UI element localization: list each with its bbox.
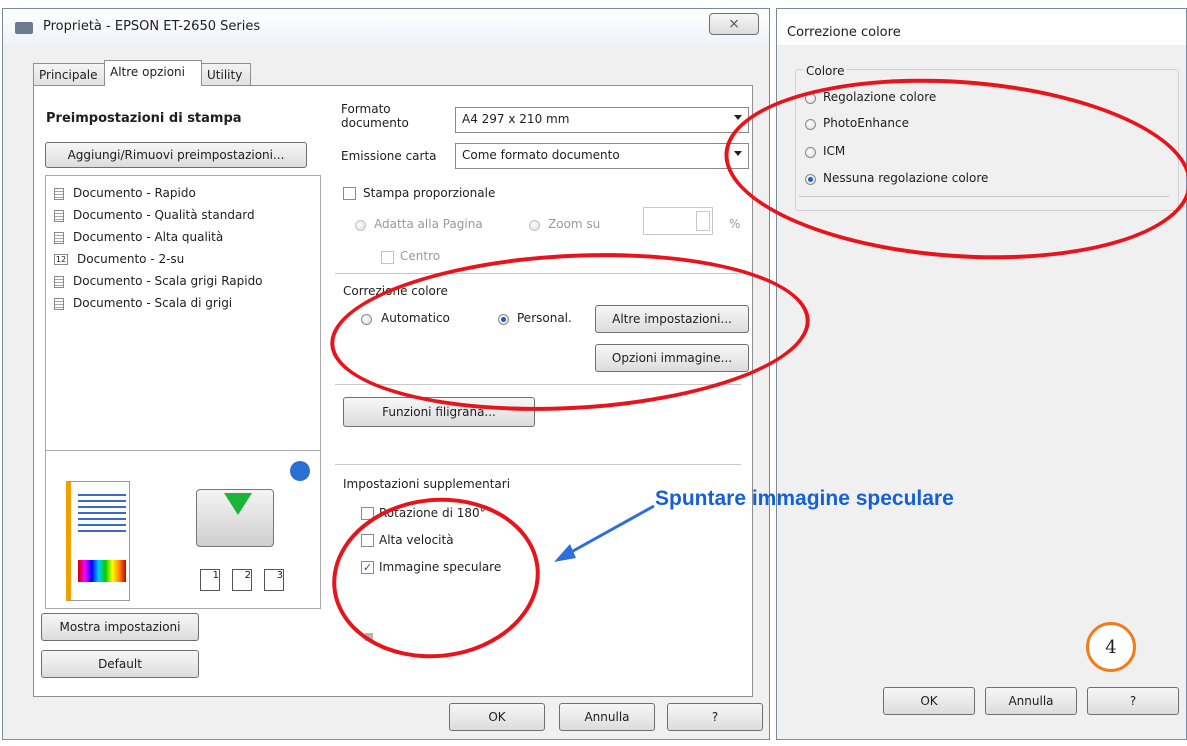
presets-heading: Preimpostazioni di stampa (46, 111, 242, 126)
two-up-icon: 12 (54, 254, 68, 265)
fit-page-label: Adatta alla Pagina (374, 217, 483, 231)
printer-icon (15, 22, 33, 34)
list-item[interactable]: Documento - Scala grigi Rapido (54, 274, 263, 288)
document-icon (54, 297, 64, 310)
annotation-arrow (554, 504, 655, 562)
zoom-radio[interactable] (529, 220, 540, 231)
close-icon: ⨯ (728, 16, 740, 32)
show-settings-button[interactable]: Mostra impostazioni (41, 613, 199, 641)
step-number-badge: 4 (1086, 622, 1136, 672)
stepper-buttons[interactable] (696, 211, 710, 231)
help-button[interactable]: ? (1087, 687, 1179, 715)
help-button[interactable]: ? (667, 703, 763, 731)
paper-output-select[interactable]: Come formato documento (455, 143, 749, 169)
add-remove-presets-button[interactable]: Aggiungi/Rimuovi preimpostazioni... (45, 142, 307, 168)
proportional-print-checkbox[interactable] (343, 187, 356, 200)
print-preview: 1 2 3 (45, 451, 321, 609)
page-preview (66, 481, 130, 601)
default-button[interactable]: Default (41, 650, 199, 678)
zoom-stepper[interactable] (643, 207, 713, 235)
list-item[interactable]: Documento - Qualità standard (54, 208, 255, 222)
paper-output-label: Emissione carta (341, 149, 437, 163)
center-label: Centro (400, 249, 441, 263)
extra-settings-heading: Impostazioni supplementari (343, 477, 511, 491)
cancel-button[interactable]: Annulla (559, 703, 655, 731)
paper-format-select[interactable]: A4 297 x 210 mm (455, 107, 749, 133)
tab-principale[interactable]: Principale (33, 63, 105, 85)
window-title: Correzione colore (787, 25, 901, 40)
proportional-print-label: Stampa proporzionale (363, 186, 496, 200)
center-checkbox[interactable] (381, 251, 394, 264)
color-bar (78, 560, 126, 582)
title-bar[interactable]: Correzione colore (777, 9, 1186, 45)
document-icon (54, 231, 64, 244)
color-group-label: Colore (803, 64, 848, 78)
fit-page-radio[interactable] (355, 220, 366, 231)
document-icon (54, 275, 64, 288)
separator (335, 464, 741, 465)
list-item[interactable]: Documento - Rapido (54, 186, 196, 200)
direction-icon (290, 461, 310, 481)
paper-format-label: Formato documento (341, 102, 409, 130)
tab-altre-opzioni[interactable]: Altre opzioni (104, 60, 202, 86)
page-order-3: 3 (264, 569, 284, 591)
text-lines (78, 494, 126, 534)
percent-label: % (729, 217, 741, 231)
annotation-text: Spuntare immagine speculare (655, 487, 954, 510)
cancel-button[interactable]: Annulla (985, 687, 1077, 715)
title-bar[interactable]: Proprietà - EPSON ET-2650 Series ⨯ (3, 9, 769, 45)
chevron-down-icon (734, 115, 742, 120)
window-title: Proprietà - EPSON ET-2650 Series (43, 19, 261, 34)
zoom-label: Zoom su (548, 217, 601, 231)
ok-button[interactable]: OK (883, 687, 975, 715)
preset-list[interactable]: Documento - Rapido Documento - Qualità s… (45, 175, 321, 451)
page-order-2: 2 (232, 569, 252, 591)
list-item[interactable]: Documento - Scala di grigi (54, 296, 232, 310)
ok-button[interactable]: OK (449, 703, 545, 731)
close-button[interactable]: ⨯ (709, 13, 759, 35)
tab-utility[interactable]: Utility (201, 63, 251, 85)
list-item[interactable]: 12 Documento - 2-su (54, 252, 184, 266)
green-arrow-icon (224, 493, 252, 515)
list-item[interactable]: Documento - Alta qualità (54, 230, 223, 244)
document-icon (54, 209, 64, 222)
page-order-1: 1 (200, 569, 220, 591)
document-icon (54, 187, 64, 200)
